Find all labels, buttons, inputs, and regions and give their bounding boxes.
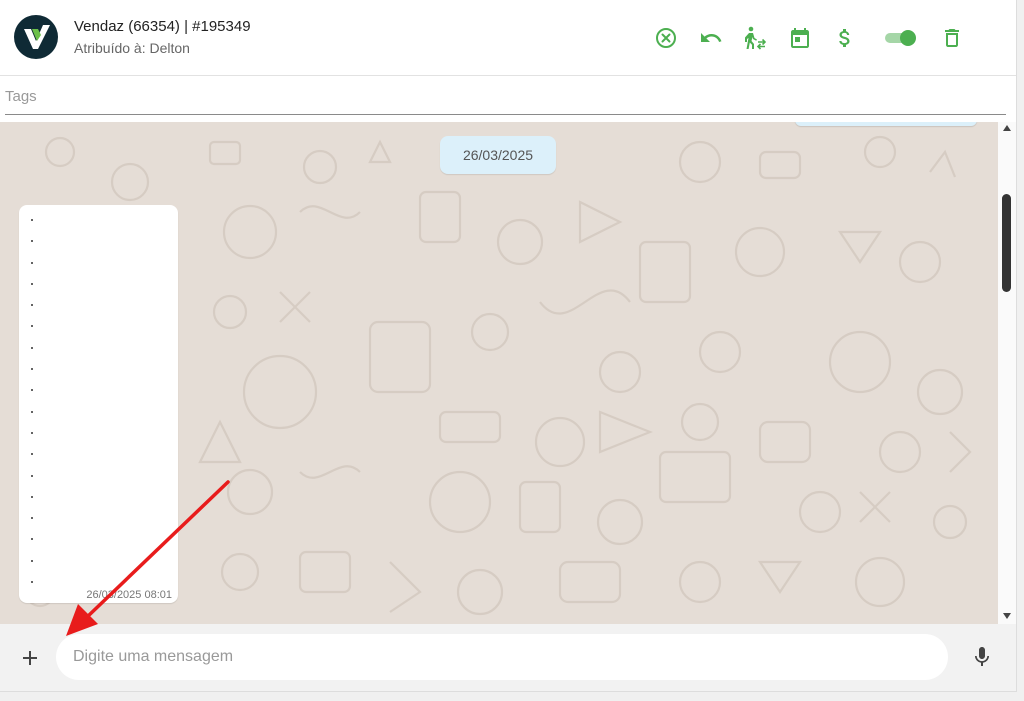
delete-ticket-button[interactable] — [938, 24, 966, 52]
calendar-icon — [791, 28, 809, 48]
chat-scrollbar[interactable] — [998, 122, 1016, 624]
attach-button[interactable] — [16, 644, 44, 672]
record-audio-button[interactable] — [968, 643, 996, 671]
mic-icon — [975, 647, 989, 666]
tags-input[interactable] — [5, 78, 1006, 114]
message-field[interactable] — [56, 634, 948, 680]
dollar-icon — [839, 29, 850, 47]
avatar — [14, 15, 58, 59]
close-ticket-button[interactable] — [652, 24, 680, 52]
contact-title: Vendaz (66354) | #195349 — [74, 18, 251, 35]
chat-header: Vendaz (66354) | #195349 Atribuído à: De… — [0, 0, 1016, 76]
scroll-down-arrow-icon[interactable] — [1003, 613, 1011, 619]
status-toggle[interactable] — [880, 24, 920, 52]
message-bubble[interactable]: 26/03/2025 08:01 — [19, 205, 178, 603]
toggle-switch-icon — [885, 30, 916, 46]
sale-value-button[interactable] — [831, 24, 859, 52]
trash-icon — [945, 29, 959, 47]
ticket-chat-window: Vendaz (66354) | #195349 Atribuído à: De… — [0, 0, 1017, 692]
undo-icon — [701, 33, 722, 42]
tags-field[interactable] — [5, 78, 1006, 115]
schedule-button[interactable] — [786, 24, 814, 52]
message-composer — [0, 624, 1016, 691]
scrollbar-thumb[interactable] — [1002, 194, 1011, 292]
chat-messages-area[interactable]: 26/03/2025 26/03/2025 08:01 — [0, 122, 998, 624]
transfer-ticket-button[interactable] — [741, 24, 769, 52]
vendaz-logo-icon — [24, 25, 50, 49]
plus-icon — [23, 651, 37, 665]
return-ticket-button[interactable] — [697, 24, 725, 52]
message-input[interactable] — [73, 634, 933, 680]
scroll-up-arrow-icon[interactable] — [1003, 125, 1011, 131]
assigned-to-label: Atribuído à: Delton — [74, 40, 190, 56]
date-separator-badge: 26/03/2025 — [440, 136, 556, 174]
message-text — [31, 219, 33, 602]
transfer-person-icon — [745, 26, 767, 50]
message-timestamp: 26/03/2025 08:01 — [86, 589, 172, 601]
previous-message-bubble — [795, 122, 977, 126]
close-circle-icon — [656, 28, 676, 48]
